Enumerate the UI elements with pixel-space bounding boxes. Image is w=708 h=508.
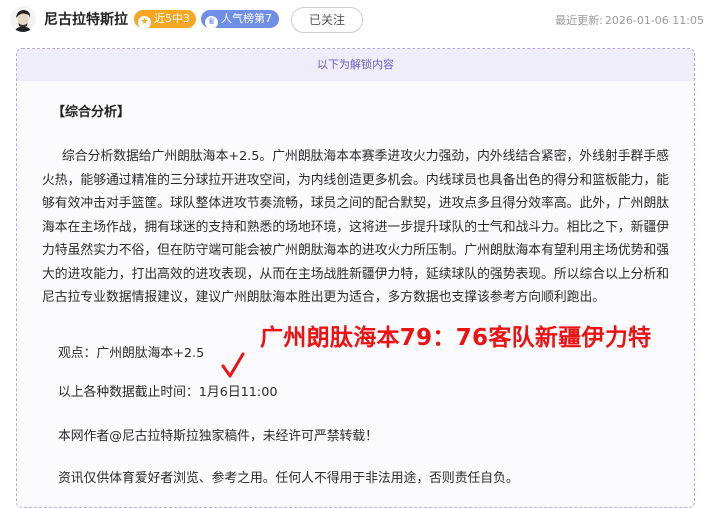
data-deadline: 以上各种数据截止时间：1月6日11:00 — [58, 381, 278, 400]
avatar-portrait-icon — [10, 6, 36, 32]
last-update: 最近更新: 2026-01-06 11:05 — [555, 12, 704, 28]
data-deadline-time: 1月6日11:00 — [198, 385, 278, 400]
rank-badge-label: 人气榜第7 — [221, 12, 272, 25]
disclaimer-notice: 资讯仅供体育爱好者浏览、参考之用。任何人不得用于非法用途，否则责任自负。 — [58, 471, 519, 486]
author-header: 尼古拉特斯拉 ★ 近5中3 ♛ 人气榜第7 已关注 最近更新: 2026-01-06 … — [0, 0, 708, 40]
streak-badge-label: 近5中3 — [154, 12, 190, 25]
follow-button[interactable]: 已关注 — [291, 7, 363, 33]
author-avatar[interactable] — [10, 6, 36, 32]
analysis-paragraph: 综合分析数据给广州朗肽海本+2.5。广州朗肽海本本赛季进攻火力强劲，内外线结合紧… — [42, 149, 670, 305]
checkmark-icon — [221, 352, 245, 378]
rank-badge: ♛ 人气榜第7 — [201, 10, 279, 29]
author-name[interactable]: 尼古拉特斯拉 — [44, 10, 128, 30]
data-deadline-label: 以上各种数据截止时间： — [58, 385, 199, 400]
last-update-label: 最近更新: — [555, 14, 603, 27]
match-result-overlay: 广州朗肽海本79：76客队新疆伊力特 — [260, 325, 652, 351]
copyright-notice: 本网作者@尼古拉特斯拉独家稿件，未经许可严禁转载！ — [58, 429, 378, 444]
last-update-time: 2026-01-06 11:05 — [604, 14, 704, 27]
section-title: 【综合分析】 — [52, 105, 131, 120]
star-icon: ★ — [138, 16, 151, 29]
viewpoint: 观点：广州朗肽海本+2.5 — [58, 346, 205, 361]
streak-badge: ★ 近5中3 — [134, 10, 196, 29]
crown-icon: ♛ — [205, 16, 218, 29]
unlocked-content-title: 以下为解锁内容 — [17, 49, 694, 81]
